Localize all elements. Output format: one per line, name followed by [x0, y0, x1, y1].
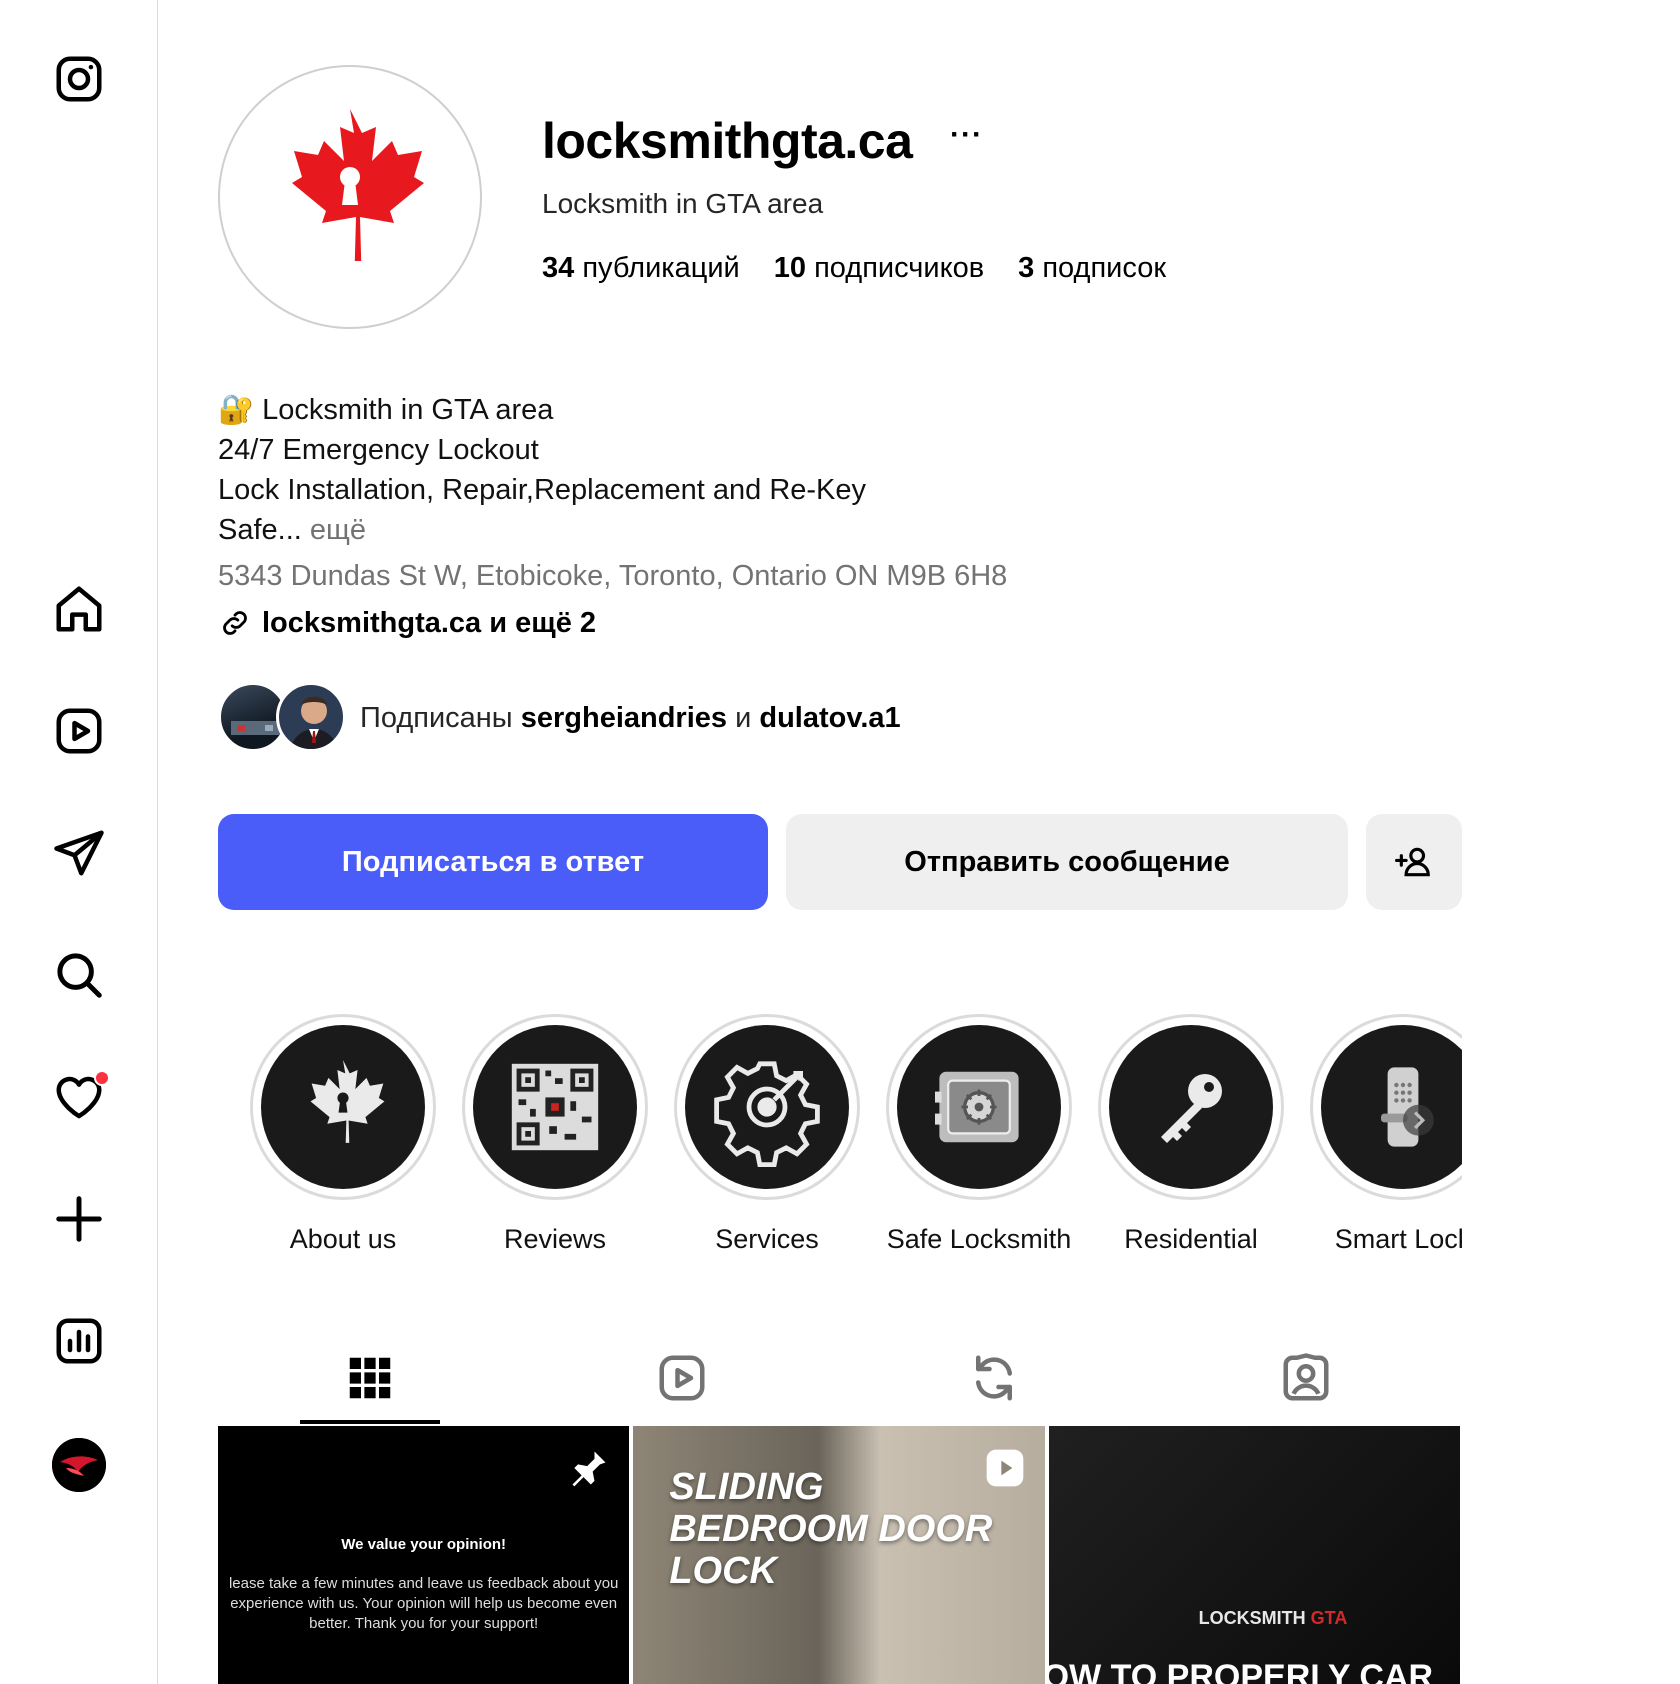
suggest-users-button[interactable]	[1366, 814, 1462, 910]
more-options-icon[interactable]: ···	[950, 118, 983, 152]
highlight-safe-locksmith[interactable]: Safe Locksmith	[884, 1014, 1074, 1254]
search-icon[interactable]	[50, 946, 108, 1004]
highlight-residential[interactable]: Residential	[1096, 1014, 1286, 1254]
smart-lock-icon	[1381, 1067, 1434, 1147]
tab-posts[interactable]	[340, 1348, 400, 1408]
bio-line: 24/7 Emergency Lockout	[218, 434, 539, 466]
user-avatar-icon[interactable]	[52, 1438, 106, 1492]
maple-leaf-lock-icon	[292, 109, 424, 261]
follower-avatar	[276, 682, 346, 752]
profile-picture[interactable]	[218, 65, 482, 329]
direct-messages-icon[interactable]	[50, 824, 108, 882]
story-highlights: About us Reviews Services Safe Locksmith…	[218, 1014, 1462, 1254]
profile-category: Locksmith in GTA area	[542, 188, 824, 219]
grid-icon	[349, 1357, 391, 1399]
post-tile[interactable]: We value your opinion! lease take a few …	[218, 1426, 630, 1684]
highlight-reviews[interactable]: Reviews	[460, 1014, 650, 1254]
bio-line: Locksmith in GTA area	[262, 394, 554, 426]
profile-username: locksmithgta.ca	[542, 113, 913, 169]
post-heading: OW TO PROPERLY CAR	[1048, 1658, 1434, 1684]
insights-chart-icon[interactable]	[50, 1312, 108, 1370]
bio-more-link[interactable]: ещё	[310, 514, 366, 546]
post-caption-body: lease take a few minutes and leave us fe…	[228, 1575, 619, 1632]
create-plus-icon[interactable]	[50, 1190, 108, 1248]
maple-leaf-lock-icon	[310, 1059, 385, 1143]
profile-stats: 34 публикаций 10 подписчиков 3 подписок	[542, 252, 1166, 285]
person-plus-icon	[1395, 847, 1430, 877]
bio-line: Safe...	[218, 514, 302, 546]
following-stat[interactable]: 3 подписок	[1018, 252, 1166, 285]
repost-icon	[976, 1355, 1012, 1401]
highlight-services[interactable]: Services	[672, 1014, 862, 1254]
highlight-about-us[interactable]: About us	[248, 1014, 438, 1254]
mutual-follower-link[interactable]: sergheiandries	[521, 702, 727, 734]
send-message-button[interactable]: Отправить сообщение	[786, 814, 1348, 910]
post-logo: LOCKSMITH GTA	[1198, 1608, 1348, 1628]
bio-links[interactable]: locksmithgta.ca и ещё 2	[218, 606, 596, 640]
highlight-smart-lock[interactable]: Smart Lock	[1308, 1014, 1462, 1254]
profile-tabs	[218, 1318, 1462, 1428]
pin-icon	[572, 1451, 606, 1487]
mutual-followers-text: Подписаны sergheiandries и dulatov.a1	[360, 701, 901, 734]
post-caption-title: We value your opinion!	[341, 1536, 507, 1553]
link-icon	[223, 611, 247, 635]
posts-stat: 34 публикаций	[542, 252, 740, 284]
followers-stat[interactable]: 10 подписчиков	[774, 252, 984, 285]
posts-grid: We value your opinion! lease take a few …	[218, 1426, 1460, 1684]
home-icon[interactable]	[50, 580, 108, 638]
bio-line: Lock Installation, Repair,Replacement an…	[218, 474, 867, 506]
follow-back-button[interactable]: Подписаться в ответ	[218, 814, 768, 910]
post-heading: SLIDING BEDROOM DOOR LOCK	[669, 1466, 993, 1592]
mutual-follower-link[interactable]: dulatov.a1	[759, 702, 900, 734]
tab-reposts[interactable]	[964, 1348, 1024, 1408]
business-address[interactable]: 5343 Dundas St W, Etobicoke, Toronto, On…	[218, 560, 1007, 593]
tab-tagged[interactable]	[1276, 1348, 1336, 1408]
post-tile[interactable]: LOCKSMITH GTA OW TO PROPERLY CAR	[1048, 1426, 1460, 1684]
safe-icon	[935, 1071, 1019, 1143]
reels-nav-icon[interactable]	[50, 702, 108, 760]
mutual-followers[interactable]: Подписаны sergheiandries и dulatov.a1	[218, 682, 901, 754]
notifications-heart-icon[interactable]	[50, 1068, 110, 1126]
gear-icon	[714, 1061, 820, 1167]
lock-emoji-icon: 🔐	[218, 394, 255, 426]
tab-reels[interactable]	[652, 1348, 712, 1408]
instagram-logo-icon[interactable]	[50, 50, 108, 108]
active-tab-indicator	[300, 1420, 440, 1424]
qr-code-icon	[511, 1063, 599, 1151]
post-tile[interactable]: SLIDING BEDROOM DOOR LOCK	[633, 1426, 1045, 1684]
notification-dot	[94, 1070, 110, 1086]
sidebar	[0, 0, 158, 1684]
reels-icon	[659, 1355, 705, 1401]
profile-bio: 🔐 Locksmith in GTA area 24/7 Emergency L…	[218, 390, 866, 550]
tagged-icon	[1283, 1353, 1329, 1401]
bio-link-text[interactable]: locksmithgta.ca и ещё 2	[262, 607, 596, 640]
key-icon	[1161, 1074, 1222, 1143]
